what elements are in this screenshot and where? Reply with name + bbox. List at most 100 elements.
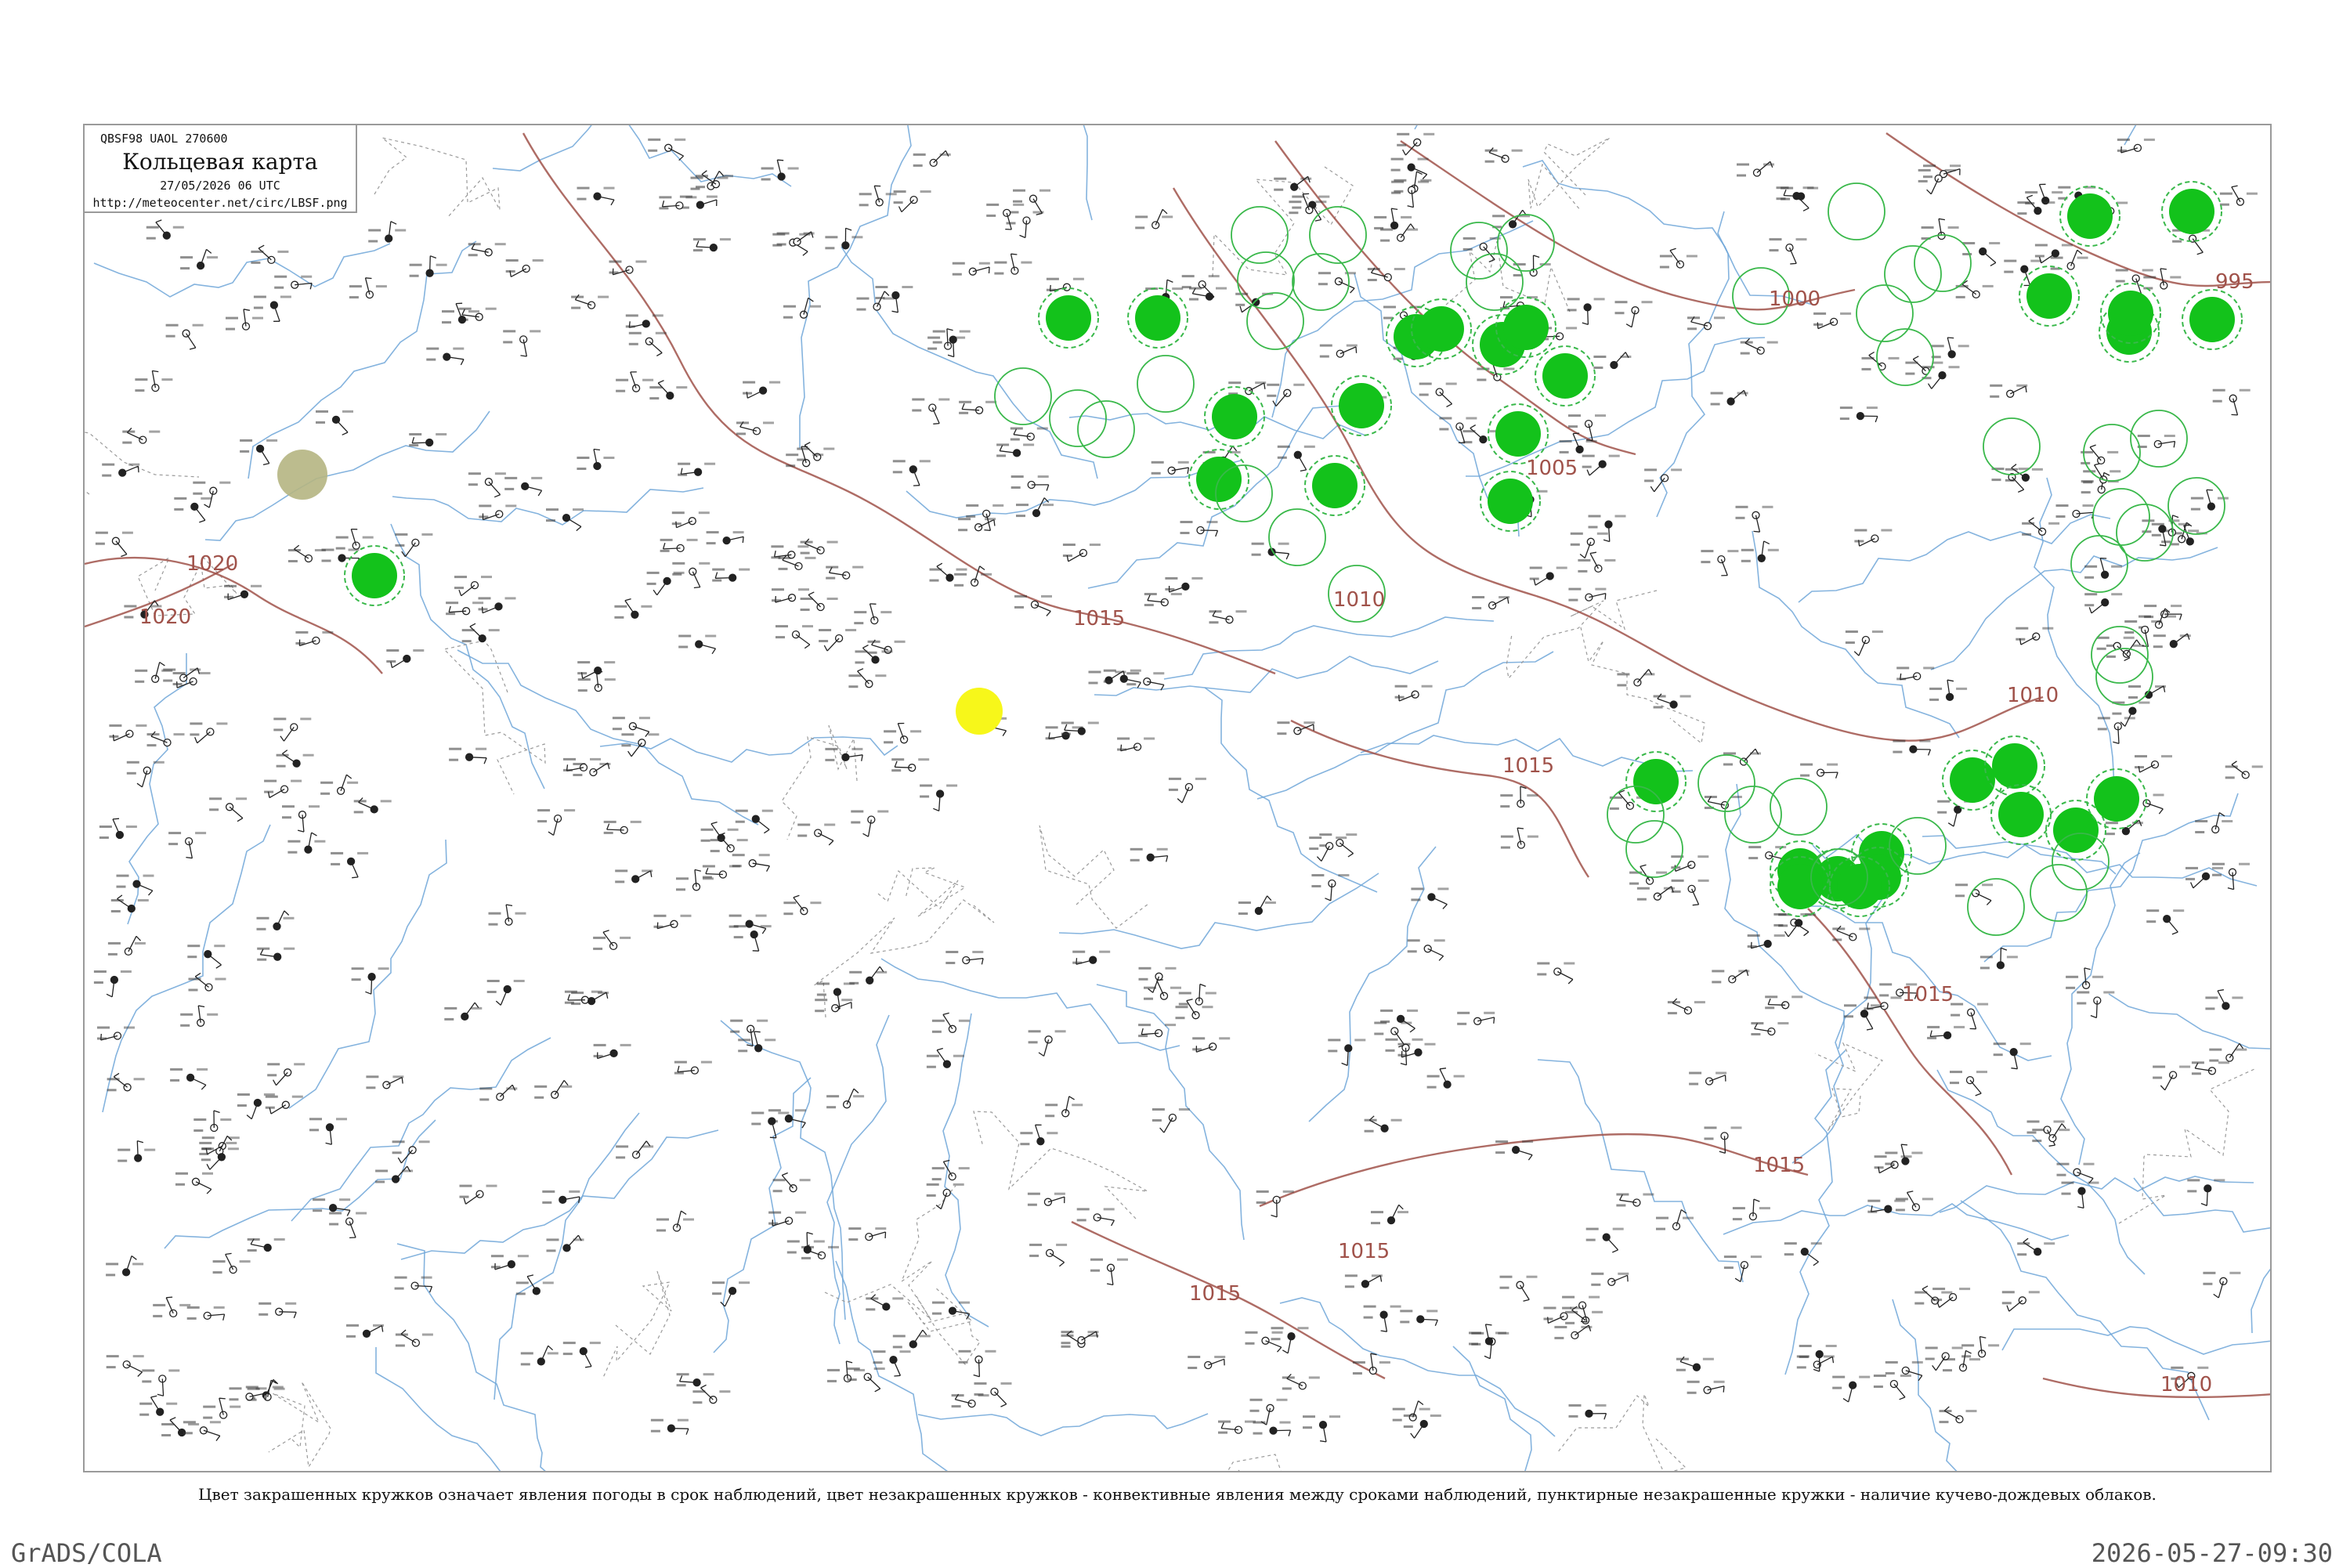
station-value-mark <box>678 646 688 649</box>
station-value-mark <box>1925 1358 1935 1360</box>
wind-barb-feather <box>216 965 222 968</box>
wind-barb-feather <box>706 868 708 873</box>
station-plot <box>1345 1274 1383 1288</box>
station-value-mark <box>2138 702 2149 704</box>
station-value-mark <box>1615 312 1625 314</box>
station-value-mark <box>251 251 263 253</box>
wind-barb <box>405 543 415 557</box>
station-value-mark <box>190 733 199 735</box>
station-value-mark <box>621 744 631 746</box>
station-value-mark <box>762 810 773 812</box>
station-value-mark <box>616 1145 628 1147</box>
wind-barb-feather <box>1160 1128 1164 1133</box>
station-value-mark <box>479 504 491 507</box>
station-value-mark <box>1871 1004 1882 1006</box>
station-value-mark <box>2062 1182 2074 1184</box>
station-value-mark <box>1950 164 1961 167</box>
border-line <box>2119 1069 2254 1223</box>
station-value-mark <box>932 1020 945 1022</box>
wind-barb-feather <box>663 543 665 549</box>
station-value-mark <box>613 728 622 730</box>
station-plot <box>2098 717 2135 743</box>
station-value-mark <box>436 433 446 435</box>
station-value-mark <box>920 1335 931 1337</box>
station-value-mark <box>1394 268 1405 270</box>
wind-barb-feather <box>1484 1356 1490 1358</box>
station-value-mark <box>1854 540 1864 543</box>
station-value-mark <box>1298 1327 1309 1329</box>
station-value-mark <box>240 1260 251 1263</box>
station-plot <box>468 243 506 256</box>
station-value-mark <box>891 758 904 761</box>
wind-barb <box>1470 428 1484 440</box>
wind-barb <box>1401 224 1411 238</box>
station-value-mark <box>996 454 1006 457</box>
station-value-mark <box>577 468 586 470</box>
station-plot <box>1950 1003 1988 1029</box>
station-plot <box>257 911 295 930</box>
station-value-mark <box>2059 1129 2070 1131</box>
station-circle <box>754 428 761 435</box>
station-value-mark <box>135 389 144 392</box>
station-value-mark <box>1490 237 1501 240</box>
isobar-line <box>2043 1378 2272 1397</box>
wind-barb <box>1340 347 1356 354</box>
station-value-mark <box>959 1350 971 1353</box>
river-line <box>1931 547 2218 670</box>
station-value-mark <box>170 1079 179 1082</box>
station-value-mark <box>2048 522 2059 525</box>
station-value-mark <box>1595 414 1606 417</box>
station-value-mark <box>267 1074 277 1076</box>
wind-barb-feather <box>137 783 143 787</box>
river-line <box>881 959 1180 1050</box>
station-value-mark <box>128 464 139 466</box>
station-value-mark <box>1705 1126 1717 1129</box>
station-value-mark <box>454 576 467 578</box>
station-value-mark <box>506 1087 517 1089</box>
station-value-mark <box>2077 992 2089 994</box>
station-value-mark <box>1353 1361 1365 1364</box>
station-value-mark <box>920 190 931 193</box>
station-value-mark <box>187 956 197 958</box>
station-plot <box>710 833 748 853</box>
wind-barb-feather <box>1804 932 1809 936</box>
station-value-mark <box>827 1369 840 1371</box>
station-plot <box>751 1112 789 1138</box>
shower-marker <box>2169 189 2214 234</box>
station-value-mark <box>1318 283 1328 285</box>
wind-barb-feather <box>1517 828 1524 829</box>
station-value-mark <box>959 1020 970 1022</box>
station-value-mark <box>1117 1259 1128 1261</box>
wind-barb-feather <box>2137 640 2141 645</box>
station-value-mark <box>590 1342 601 1344</box>
station-plot <box>1010 428 1048 441</box>
station-value-mark <box>1751 1033 1760 1035</box>
station-plot <box>616 1141 653 1159</box>
station-plot <box>672 511 710 528</box>
station-value-mark <box>2117 150 2127 152</box>
river-line <box>494 1113 639 1400</box>
station-plot <box>489 905 526 926</box>
station-plot <box>848 1367 885 1392</box>
wind-barb <box>260 449 269 464</box>
station-value-mark <box>1371 1211 1383 1213</box>
station-value-mark <box>1840 313 1851 315</box>
station-value-mark <box>1320 356 1329 358</box>
station-value-mark <box>814 1241 825 1243</box>
wind-barb <box>1157 981 1164 996</box>
wind-barb-feather <box>1832 1357 1833 1363</box>
wind-barb <box>566 518 581 526</box>
convective-ring <box>1968 879 2024 935</box>
station-value-mark <box>531 477 542 479</box>
wind-barb <box>1790 247 1797 263</box>
station-value-mark <box>97 1038 107 1040</box>
station-value-mark <box>2161 755 2172 757</box>
wind-barb-feather <box>2159 809 2163 814</box>
station-value-mark <box>604 661 615 663</box>
station-plot <box>1751 1022 1788 1035</box>
station-plot <box>2081 445 2118 464</box>
wind-barb <box>692 572 700 587</box>
wind-barb <box>1492 598 1507 605</box>
station-value-mark <box>336 1118 347 1120</box>
station-value-mark <box>1929 699 1939 701</box>
